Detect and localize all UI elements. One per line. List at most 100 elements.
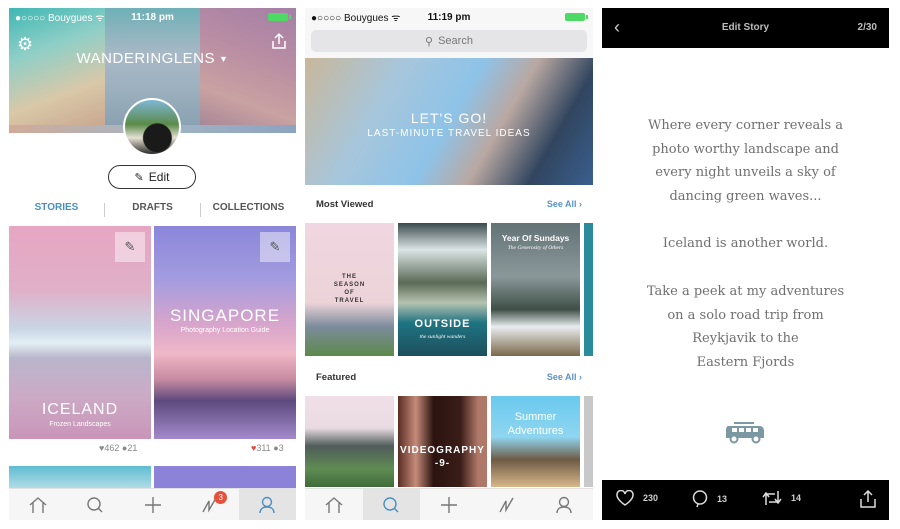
activity-icon bbox=[498, 497, 514, 513]
tile-title: VIDEOGRAPHY -9- bbox=[400, 445, 485, 469]
notification-badge: 3 bbox=[214, 491, 228, 504]
username: WANDERINGLENS bbox=[76, 50, 216, 67]
like-count: 230 bbox=[643, 493, 659, 503]
tab-search[interactable] bbox=[66, 489, 123, 520]
tab-activity[interactable]: 3 bbox=[181, 489, 238, 520]
story-stats: ♥311 ●3 bbox=[251, 443, 284, 453]
profile-icon bbox=[556, 496, 572, 513]
search-placeholder: Search bbox=[438, 35, 473, 47]
search-icon: ⚲ bbox=[425, 35, 434, 48]
story-title: SINGAPORE bbox=[169, 306, 281, 325]
see-all-featured[interactable]: See All › bbox=[547, 372, 582, 382]
like-button[interactable]: 230 bbox=[616, 490, 658, 506]
featured-row: VIDEOGRAPHY -9- Summer Adventures bbox=[305, 396, 593, 487]
van-icon bbox=[726, 422, 764, 444]
story-tile[interactable]: Year Of Sundays The Generosity of Others bbox=[491, 223, 580, 356]
see-all-most-viewed[interactable]: See All › bbox=[547, 199, 582, 209]
story-subtitle: Photography Location Guide bbox=[180, 327, 270, 334]
username-dropdown[interactable]: WANDERINGLENS ▼ bbox=[9, 50, 296, 67]
clock: 11:19 pm bbox=[427, 11, 471, 23]
tile-title: OUTSIDE bbox=[414, 318, 471, 330]
tile-title: Year Of Sundays bbox=[501, 233, 570, 243]
search-input[interactable]: ⚲ Search bbox=[311, 30, 587, 52]
story-tile[interactable]: OUTSIDE the sunlight wanders bbox=[398, 223, 487, 356]
share-icon bbox=[860, 490, 876, 508]
home-icon bbox=[325, 496, 343, 513]
heart-icon bbox=[616, 490, 634, 506]
comment-count: 21 bbox=[127, 443, 138, 453]
most-viewed-row: THE SEASON OF TRAVEL OUTSIDE the sunlight… bbox=[305, 223, 593, 356]
story-subtitle: Frozen Landscapes bbox=[49, 421, 111, 428]
profile-tabs: STORIES DRAFTS COLLECTIONS bbox=[9, 202, 296, 218]
story-footer: 230 13 14 bbox=[602, 480, 889, 520]
hero-subtitle: LAST-MINUTE TRAVEL IDEAS bbox=[367, 128, 531, 139]
tab-create[interactable] bbox=[124, 489, 181, 520]
like-count: 462 bbox=[104, 443, 120, 453]
story-paragraph[interactable]: Take a peek at my adventures on a solo r… bbox=[602, 280, 889, 374]
edit-profile-button[interactable]: ✎ Edit bbox=[108, 165, 196, 189]
story-tile-partial[interactable] bbox=[584, 396, 593, 487]
story-tile[interactable]: VIDEOGRAPHY -9- bbox=[398, 396, 487, 487]
tab-bar: 3 bbox=[9, 488, 296, 520]
status-bar: ●○○○○ Bouygues ᯤ 11:19 pm bbox=[305, 8, 593, 26]
story-tile-partial[interactable] bbox=[584, 223, 593, 356]
story-tile[interactable] bbox=[305, 396, 394, 487]
edit-story-icon[interactable]: ✎ bbox=[260, 232, 290, 262]
page-counter: 2/30 bbox=[857, 22, 877, 33]
tab-activity[interactable] bbox=[478, 489, 536, 520]
story-tile[interactable]: Summer Adventures bbox=[491, 396, 580, 487]
comment-button[interactable]: 13 bbox=[692, 490, 727, 508]
status-bar: ●○○○○ Bouygues ᯤ 11:18 pm bbox=[9, 8, 296, 26]
hero-banner[interactable]: LET'S GO! LAST-MINUTE TRAVEL IDEAS bbox=[305, 58, 593, 185]
story-paragraph[interactable]: Iceland is another world. bbox=[602, 232, 889, 256]
story-header: ‹ Edit Story 2/30 bbox=[602, 8, 889, 48]
profile-icon bbox=[259, 496, 276, 513]
hero-title: LET'S GO! bbox=[410, 110, 488, 126]
story-card-iceland[interactable]: ✎ ICELAND Frozen Landscapes bbox=[9, 226, 151, 439]
comment-bubble-icon bbox=[692, 490, 708, 508]
plus-icon bbox=[144, 496, 161, 513]
repost-button[interactable]: 14 bbox=[762, 490, 801, 506]
story-stats: ♥462 ●21 bbox=[99, 443, 137, 453]
story-tile[interactable]: THE SEASON OF TRAVEL bbox=[305, 223, 394, 356]
tab-home[interactable] bbox=[9, 489, 66, 520]
repost-icon bbox=[762, 491, 782, 505]
tab-create[interactable] bbox=[420, 489, 478, 520]
section-title-featured: Featured bbox=[316, 372, 357, 383]
edit-story-screen: ‹ Edit Story 2/30 Where every corner rev… bbox=[602, 8, 889, 520]
tab-home[interactable] bbox=[305, 489, 363, 520]
edit-label: Edit bbox=[148, 170, 170, 184]
search-icon bbox=[383, 496, 399, 512]
tile-subtitle: the sunlight wanders bbox=[419, 334, 466, 340]
tab-search[interactable] bbox=[362, 489, 421, 520]
story-paragraph[interactable]: Where every corner reveals a photo worth… bbox=[602, 114, 889, 208]
clock: 11:18 pm bbox=[131, 11, 174, 23]
share-icon[interactable] bbox=[270, 32, 288, 50]
tab-profile[interactable] bbox=[238, 489, 296, 520]
profile-screen: ●○○○○ Bouygues ᯤ 11:18 pm ⚙ WANDERINGLEN… bbox=[9, 8, 296, 520]
pencil-icon: ✎ bbox=[134, 171, 144, 184]
battery-icon bbox=[565, 13, 588, 21]
tile-title: Summer Adventures bbox=[507, 411, 564, 437]
comment-count: 3 bbox=[278, 443, 284, 453]
tab-profile[interactable] bbox=[535, 489, 593, 520]
section-title-most-viewed: Most Viewed bbox=[316, 199, 374, 210]
explore-screen: ●○○○○ Bouygues ᯤ 11:19 pm ⚲ Search LET'S… bbox=[305, 8, 593, 520]
repost-count: 14 bbox=[791, 493, 802, 503]
comment-count: 13 bbox=[717, 494, 728, 504]
caret-down-icon: ▼ bbox=[219, 54, 229, 65]
edit-story-icon[interactable]: ✎ bbox=[115, 232, 145, 262]
tab-collections[interactable]: COLLECTIONS bbox=[201, 202, 296, 218]
share-button[interactable] bbox=[860, 490, 885, 508]
plus-icon bbox=[440, 496, 457, 513]
search-icon bbox=[87, 496, 103, 512]
home-icon bbox=[29, 496, 47, 513]
story-title: ICELAND bbox=[41, 401, 119, 418]
story-card-singapore[interactable]: ✎ SINGAPORE Photography Location Guide bbox=[154, 226, 296, 439]
like-count: 311 bbox=[256, 443, 271, 453]
tab-drafts[interactable]: DRAFTS bbox=[105, 202, 200, 218]
tab-stories[interactable]: STORIES bbox=[9, 202, 104, 218]
tab-bar bbox=[305, 488, 593, 520]
avatar[interactable] bbox=[123, 98, 181, 156]
battery-icon bbox=[268, 13, 291, 21]
